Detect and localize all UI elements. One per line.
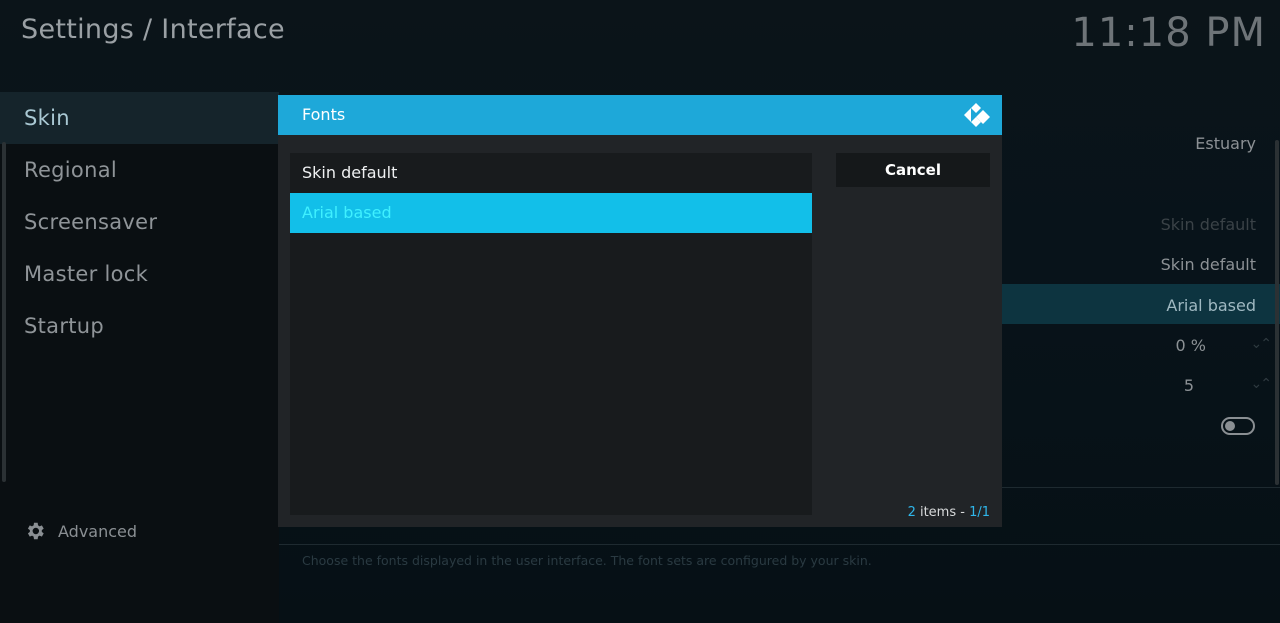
item-count-number: 2 bbox=[907, 505, 916, 520]
settings-scrollbar[interactable] bbox=[1275, 140, 1279, 485]
spinner-arrows-icon[interactable]: ⌄⌃ bbox=[1251, 376, 1273, 392]
sidebar-scrollbar[interactable] bbox=[2, 142, 6, 482]
cancel-button[interactable]: Cancel bbox=[836, 153, 990, 187]
sidebar-item-label: Startup bbox=[24, 314, 105, 338]
zoom-value: 0 % bbox=[1175, 336, 1206, 355]
font-size-value: Skin default bbox=[1160, 255, 1256, 274]
clock: 11:18 PM bbox=[1071, 10, 1266, 56]
page-title: Settings / Interface bbox=[21, 14, 285, 45]
toggle-switch[interactable] bbox=[1221, 417, 1255, 435]
sidebar-item-label: Skin bbox=[24, 106, 70, 130]
kodi-logo-icon bbox=[964, 103, 990, 127]
list-item[interactable]: Arial based bbox=[290, 193, 812, 233]
fonts-value: Arial based bbox=[1166, 296, 1256, 315]
spinner-arrows-icon[interactable]: ⌄⌃ bbox=[1251, 336, 1273, 352]
font-options-list: Skin default Arial based bbox=[290, 153, 812, 515]
advanced-button[interactable]: Advanced bbox=[24, 520, 137, 542]
sidebar-item-startup[interactable]: Startup bbox=[0, 300, 279, 352]
sidebar-item-regional[interactable]: Regional bbox=[0, 144, 279, 196]
sidebar-item-label: Master lock bbox=[24, 262, 149, 286]
settings-screen: Settings / Interface 11:18 PM Skin Regio… bbox=[0, 0, 1280, 623]
sidebar: Skin Regional Screensaver Master lock St… bbox=[0, 92, 279, 623]
item-count: 2 items - 1/1 bbox=[908, 505, 990, 520]
setting-description: Choose the fonts displayed in the user i… bbox=[302, 553, 872, 568]
sidebar-item-label: Screensaver bbox=[24, 210, 158, 234]
advanced-label: Advanced bbox=[58, 521, 138, 541]
theme-value: Skin default bbox=[1160, 215, 1256, 234]
list-item[interactable]: Skin default bbox=[290, 153, 812, 193]
option-label: Arial based bbox=[302, 203, 392, 222]
sidebar-item-label: Regional bbox=[24, 158, 117, 182]
fonts-dialog: Fonts Skin default Arial based Cancel 2 … bbox=[278, 95, 1002, 527]
option-label: Skin default bbox=[302, 163, 398, 182]
sidebar-item-master-lock[interactable]: Master lock bbox=[0, 248, 279, 300]
dialog-title: Fonts bbox=[302, 105, 346, 124]
sidebar-item-skin[interactable]: Skin bbox=[0, 92, 279, 144]
gear-icon bbox=[27, 522, 44, 540]
stereo-value: 5 bbox=[1183, 376, 1194, 395]
divider bbox=[279, 544, 1280, 545]
dialog-header: Fonts bbox=[278, 95, 1002, 135]
item-count-label: items - bbox=[915, 505, 970, 520]
page-indicator: 1/1 bbox=[969, 505, 990, 520]
skin-value: Estuary bbox=[1195, 134, 1256, 153]
sidebar-item-screensaver[interactable]: Screensaver bbox=[0, 196, 279, 248]
